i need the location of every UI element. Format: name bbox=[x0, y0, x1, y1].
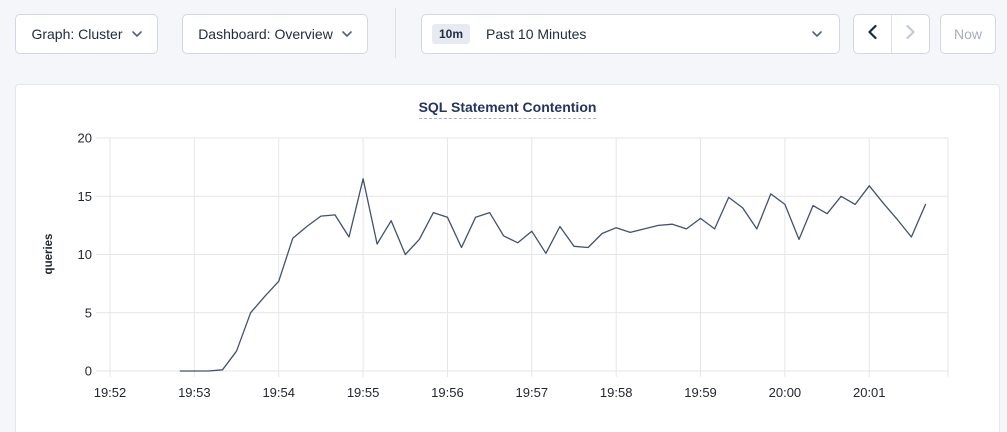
chevron-down-icon bbox=[132, 31, 142, 37]
now-button-label: Now bbox=[954, 26, 982, 42]
chevron-right-icon bbox=[906, 25, 915, 44]
y-tick-label: 5 bbox=[85, 305, 92, 320]
toolbar: Graph: Cluster Dashboard: Overview 10m P… bbox=[0, 0, 1007, 70]
dashboard-dropdown[interactable]: Dashboard: Overview bbox=[182, 14, 368, 54]
x-tick-label: 20:01 bbox=[853, 385, 886, 400]
chart-title[interactable]: SQL Statement Contention bbox=[419, 99, 597, 119]
sql-statement-contention-chart[interactable]: 0 5 10 15 20 19:52 19:53 19:54 19:55 19:56 19:57 19… bbox=[16, 131, 999, 411]
chart-card: SQL Statement Contention 0 5 10 15 20 19:52 19… bbox=[15, 84, 1000, 432]
series-line bbox=[180, 179, 925, 371]
y-tick-label: 10 bbox=[78, 247, 92, 262]
dashboard-dropdown-label: Dashboard: Overview bbox=[198, 26, 333, 42]
y-axis-label: queries bbox=[43, 234, 55, 275]
time-range-badge: 10m bbox=[432, 24, 470, 44]
x-tick-label: 19:56 bbox=[431, 385, 464, 400]
time-range-dropdown[interactable]: 10m Past 10 Minutes bbox=[421, 14, 840, 54]
prev-time-button[interactable] bbox=[854, 15, 891, 53]
y-tick-label: 15 bbox=[78, 189, 92, 204]
y-tick-label: 0 bbox=[85, 364, 92, 379]
toolbar-divider bbox=[395, 8, 396, 58]
chart-title-row: SQL Statement Contention bbox=[16, 99, 999, 121]
chevron-down-icon bbox=[812, 31, 822, 37]
chevron-down-icon bbox=[342, 31, 352, 37]
next-time-button[interactable] bbox=[891, 15, 929, 53]
chevron-left-icon bbox=[868, 25, 877, 44]
x-tick-label: 20:00 bbox=[769, 385, 802, 400]
y-tick-label: 20 bbox=[78, 131, 92, 146]
x-tick-label: 19:54 bbox=[262, 385, 295, 400]
time-step-button-group bbox=[853, 14, 930, 54]
graph-dropdown-label: Graph: Cluster bbox=[31, 26, 122, 42]
x-tick-label: 19:53 bbox=[178, 385, 211, 400]
graph-dropdown[interactable]: Graph: Cluster bbox=[15, 14, 158, 54]
x-tick-label: 19:55 bbox=[347, 385, 380, 400]
x-tick-label: 19:58 bbox=[600, 385, 633, 400]
x-tick-label: 19:52 bbox=[94, 385, 127, 400]
x-tick-label: 19:57 bbox=[516, 385, 549, 400]
now-button[interactable]: Now bbox=[940, 14, 996, 54]
time-range-label: Past 10 Minutes bbox=[486, 26, 586, 42]
x-tick-label: 19:59 bbox=[684, 385, 717, 400]
